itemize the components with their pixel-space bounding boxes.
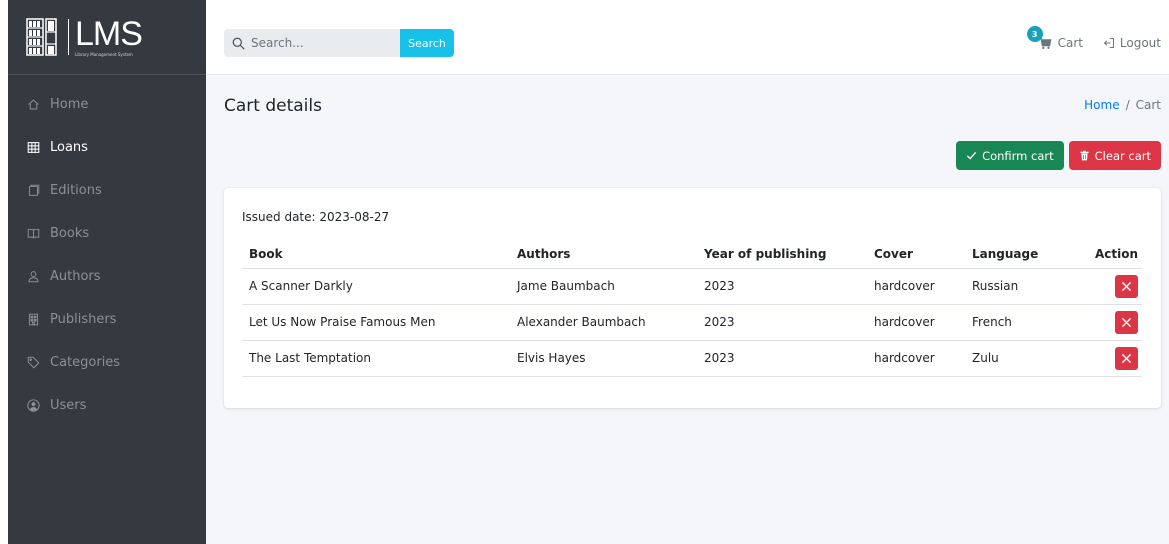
cell-year: 2023: [697, 268, 867, 305]
sidebar-item-categories[interactable]: Categories: [8, 341, 206, 384]
brand-text: LMS Library Management System: [75, 15, 143, 57]
user-circle-icon: [26, 399, 40, 413]
breadcrumb-separator: /: [1125, 98, 1130, 112]
column-header-year: Year of publishing: [697, 240, 867, 269]
search-input[interactable]: [251, 36, 391, 50]
sidebar-item-label: Editions: [50, 183, 102, 198]
remove-item-button[interactable]: [1115, 310, 1138, 334]
cell-authors: Jame Baumbach: [510, 268, 697, 305]
table-row: The Last Temptation Elvis Hayes 2023 har…: [242, 340, 1142, 377]
sidebar-item-label: Books: [50, 226, 90, 241]
cell-language: Russian: [965, 268, 1075, 305]
brand-title: LMS: [75, 15, 143, 53]
cell-cover: hardcover: [867, 268, 965, 305]
column-header-authors: Authors: [510, 240, 697, 269]
home-icon: [26, 98, 40, 112]
cart-icon: 3: [1026, 26, 1052, 50]
close-icon: [1121, 353, 1132, 363]
sidebar-item-label: Publishers: [50, 312, 117, 327]
cell-action: [1075, 268, 1142, 305]
issued-date: Issued date: 2023-08-27: [242, 210, 390, 224]
cell-authors: Alexander Baumbach: [510, 304, 697, 341]
table-icon: [26, 141, 40, 155]
check-icon: [966, 151, 977, 160]
close-icon: [1121, 281, 1132, 291]
confirm-cart-label: Confirm cart: [982, 148, 1054, 163]
sidebar-item-users[interactable]: Users: [8, 384, 206, 427]
logout-link[interactable]: Logout: [1103, 36, 1161, 50]
brand-logo[interactable]: LMS Library Management System: [8, 0, 206, 75]
clear-cart-label: Clear cart: [1094, 148, 1151, 163]
cart-actions: Confirm cart Clear cart: [956, 141, 1161, 170]
breadcrumb-home-link[interactable]: Home: [1084, 98, 1119, 112]
cart-table: Book Authors Year of publishing Cover La…: [242, 240, 1142, 377]
building-icon: [26, 313, 40, 327]
page-title: Cart details: [224, 96, 322, 116]
remove-item-button[interactable]: [1115, 274, 1138, 298]
column-header-action: Action: [1075, 240, 1142, 269]
sidebar-item-label: Loans: [50, 140, 88, 155]
column-header-cover: Cover: [867, 240, 965, 269]
cell-book: Let Us Now Praise Famous Men: [242, 304, 510, 341]
library-shelves-icon: [26, 18, 57, 56]
breadcrumb: Home / Cart: [1084, 98, 1161, 112]
logout-icon: [1103, 38, 1114, 48]
book-open-icon: [26, 227, 40, 241]
sidebar-item-editions[interactable]: Editions: [8, 169, 206, 212]
sidebar-item-home[interactable]: Home: [8, 83, 206, 126]
close-icon: [1121, 317, 1132, 327]
clear-cart-button[interactable]: Clear cart: [1068, 141, 1161, 170]
cell-action: [1075, 304, 1142, 341]
cell-action: [1075, 340, 1142, 377]
cell-year: 2023: [697, 304, 867, 341]
cart-label: Cart: [1057, 36, 1083, 50]
cell-language: French: [965, 304, 1075, 341]
remove-item-button[interactable]: [1115, 346, 1138, 370]
sidebar-item-publishers[interactable]: Publishers: [8, 298, 206, 341]
column-header-language: Language: [965, 240, 1075, 269]
sidebar: LMS Library Management System Home Loans…: [8, 0, 206, 544]
sidebar-item-authors[interactable]: Authors: [8, 255, 206, 298]
brand-subtitle: Library Management System: [75, 52, 133, 57]
cart-count-badge: 3: [1026, 26, 1043, 42]
breadcrumb-current: Cart: [1135, 98, 1161, 112]
search-form: Search: [224, 29, 454, 57]
cart-card: Issued date: 2023-08-27 Book Authors Yea…: [224, 188, 1161, 408]
table-row: A Scanner Darkly Jame Baumbach 2023 hard…: [242, 268, 1142, 305]
cart-link[interactable]: 3 Cart: [1026, 26, 1083, 50]
confirm-cart-button[interactable]: Confirm cart: [956, 141, 1064, 170]
cell-cover: hardcover: [867, 304, 965, 341]
top-navbar: Search 3 Cart Logout: [206, 0, 1169, 75]
trash-icon: [1080, 150, 1089, 161]
sidebar-item-label: Home: [50, 97, 89, 112]
search-box[interactable]: [224, 29, 400, 57]
cell-cover: hardcover: [867, 340, 965, 377]
sidebar-item-books[interactable]: Books: [8, 212, 206, 255]
table-row: Let Us Now Praise Famous Men Alexander B…: [242, 304, 1142, 341]
cell-year: 2023: [697, 340, 867, 377]
cell-language: Zulu: [965, 340, 1075, 377]
sidebar-item-loans[interactable]: Loans: [8, 126, 206, 169]
tag-icon: [26, 356, 40, 370]
cell-book: A Scanner Darkly: [242, 268, 510, 305]
sidebar-item-label: Categories: [50, 355, 121, 370]
person-icon: [26, 270, 40, 284]
main-content: Cart details Home / Cart Confirm cart Cl…: [206, 76, 1169, 544]
logout-label: Logout: [1119, 36, 1161, 50]
cell-book: The Last Temptation: [242, 340, 510, 377]
search-icon: [232, 37, 245, 50]
column-header-book: Book: [242, 240, 510, 269]
sidebar-item-label: Users: [50, 398, 87, 413]
copy-icon: [26, 184, 40, 198]
sidebar-item-label: Authors: [50, 269, 101, 284]
search-button[interactable]: Search: [400, 29, 454, 57]
table-header-row: Book Authors Year of publishing Cover La…: [242, 240, 1142, 269]
sidebar-nav: Home Loans Editions Books Authors Publis…: [8, 75, 206, 427]
cell-authors: Elvis Hayes: [510, 340, 697, 377]
brand-divider: [68, 19, 69, 55]
